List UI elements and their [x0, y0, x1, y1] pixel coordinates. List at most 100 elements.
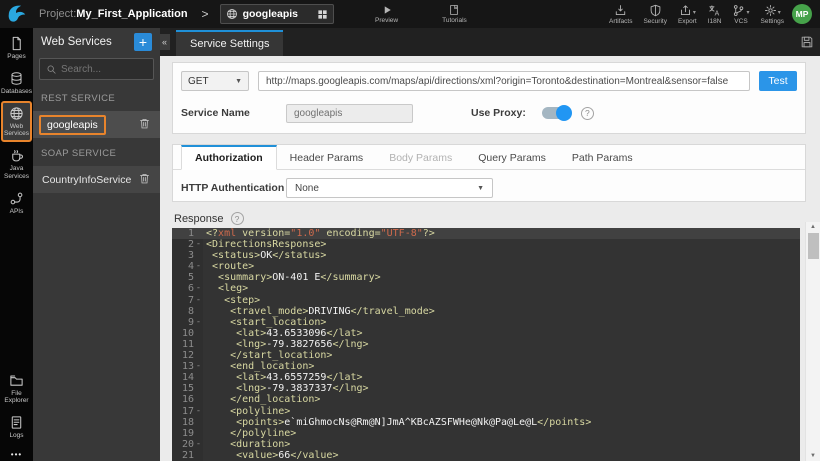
scroll-down-icon[interactable]: ▼: [810, 451, 816, 461]
tab-body-params[interactable]: Body Params: [376, 145, 465, 170]
fold-marker-icon[interactable]: -: [194, 239, 203, 251]
collapse-panel-button[interactable]: «: [159, 34, 170, 50]
save-button[interactable]: [800, 35, 814, 49]
request-card: GET ▼ Test Service Name Use Proxy: ?: [172, 62, 806, 134]
gutter-cell: [194, 416, 203, 428]
service-settings-content: GET ▼ Test Service Name Use Proxy: ? Aut…: [160, 56, 820, 461]
fold-marker-icon[interactable]: -: [194, 261, 203, 273]
service-selector[interactable]: googleapis: [219, 4, 334, 24]
code-line: 1 <?xml version="1.0" encoding="UTF-8"?>: [172, 228, 800, 240]
scrollbar-thumb[interactable]: [807, 233, 819, 259]
http-auth-select[interactable]: None ▼: [286, 178, 493, 198]
use-proxy-toggle[interactable]: [541, 105, 572, 121]
code-line: 14 <lat>43.6557259</lat>: [172, 372, 800, 384]
help-icon[interactable]: ?: [230, 212, 244, 225]
tab-query-params[interactable]: Query Params: [465, 145, 559, 170]
grid-icon[interactable]: [317, 9, 328, 20]
avatar[interactable]: MP: [792, 4, 812, 24]
line-number: 9: [172, 316, 194, 328]
line-number: 5: [172, 272, 194, 284]
service-name-input[interactable]: [286, 103, 413, 123]
sidebar-overflow-button[interactable]: •••: [0, 450, 33, 459]
params-card: Authorization Header Params Body Params Que…: [172, 144, 806, 202]
code-line: 13- <end_location>: [172, 361, 800, 373]
fold-marker-icon[interactable]: -: [194, 405, 203, 417]
service-item-googleapis[interactable]: googleapis: [33, 111, 160, 138]
code-line: 9- <start_location>: [172, 316, 800, 328]
trash-icon: [138, 172, 151, 185]
security-button[interactable]: Security: [641, 4, 668, 25]
delete-service-button[interactable]: [138, 172, 151, 188]
settings-button[interactable]: ▾ Settings: [759, 4, 787, 25]
url-input[interactable]: [258, 71, 750, 91]
chevron-down-icon: ▾: [692, 9, 696, 16]
code-line: 20- <duration>: [172, 438, 800, 450]
sidebar-item-databases[interactable]: Databases: [1, 66, 32, 100]
fold-marker-icon[interactable]: -: [194, 294, 203, 306]
code-line: 6- <leg>: [172, 283, 800, 295]
artifacts-button[interactable]: Artifacts: [607, 4, 634, 25]
line-number: 8: [172, 305, 194, 317]
sidebar-item-java-services[interactable]: Java Services: [1, 143, 32, 185]
file-explorer-icon: [9, 373, 24, 388]
svg-text:A: A: [715, 10, 720, 17]
sidebar-item-apis[interactable]: APIs: [1, 186, 32, 220]
line-number: 20: [172, 438, 194, 450]
tab-path-params[interactable]: Path Params: [559, 145, 646, 170]
selected-service-name: googleapis: [242, 8, 298, 20]
fold-marker-icon[interactable]: -: [194, 361, 203, 373]
method-value: GET: [188, 75, 209, 87]
line-number: 13: [172, 361, 194, 373]
security-icon: [649, 4, 662, 17]
tab-service-settings[interactable]: Service Settings: [176, 30, 284, 56]
code-line: 11 <lng>-79.3827656</lng>: [172, 338, 800, 351]
line-number: 17: [172, 405, 194, 417]
test-button[interactable]: Test: [759, 71, 797, 91]
tab-header-params[interactable]: Header Params: [277, 145, 377, 170]
fold-marker-icon[interactable]: -: [194, 283, 203, 295]
vertical-scrollbar[interactable]: ▲ ▼: [805, 222, 820, 461]
gutter-cell: [194, 338, 203, 351]
gutter-cell: [194, 272, 203, 284]
search-input[interactable]: [61, 63, 145, 75]
toggle-knob: [555, 105, 572, 121]
method-select[interactable]: GET ▼: [181, 71, 249, 91]
fold-marker-icon[interactable]: -: [194, 316, 203, 328]
add-service-button[interactable]: +: [134, 33, 152, 51]
chevron-down-icon: ▾: [746, 9, 750, 16]
app-logo-icon[interactable]: [0, 3, 33, 25]
vcs-button[interactable]: ▾ VCS: [730, 4, 751, 25]
apis-icon: [9, 191, 24, 206]
line-number: 10: [172, 327, 194, 339]
http-auth-value: None: [295, 182, 319, 194]
http-auth-label: HTTP Authentication: [181, 182, 285, 194]
sidebar-item-web-services[interactable]: Web Services: [1, 100, 32, 143]
tutorials-button[interactable]: Tutorials: [440, 0, 469, 28]
i18n-button[interactable]: A I18N: [706, 4, 724, 25]
sidebar-item-logs[interactable]: Logs: [1, 410, 32, 444]
service-item-countryinfoservice[interactable]: CountryInfoService: [33, 166, 160, 193]
gutter-cell: [194, 427, 203, 439]
response-code-editor[interactable]: 1 <?xml version="1.0" encoding="UTF-8"?> …: [172, 228, 800, 461]
preview-label: Preview: [375, 17, 399, 24]
tab-label: Service Settings: [190, 38, 270, 50]
delete-service-button[interactable]: [138, 117, 151, 133]
trash-icon: [138, 117, 151, 130]
line-number: 14: [172, 372, 194, 384]
sidebar-item-file-explorer[interactable]: File Explorer: [1, 368, 32, 410]
panel-title: Web Services: [41, 36, 112, 48]
tab-authorization[interactable]: Authorization: [181, 145, 277, 170]
line-number: 18: [172, 416, 194, 428]
help-icon[interactable]: ?: [580, 106, 594, 120]
chevron-down-icon: ▼: [477, 184, 484, 192]
line-number: 2: [172, 239, 194, 251]
code-line: 10 <lat>43.6533096</lat>: [172, 327, 800, 339]
topbar-right: Artifacts Security ▾ Export A I18N ▾ VCS…: [607, 0, 786, 28]
preview-button[interactable]: Preview: [373, 0, 400, 28]
export-button[interactable]: ▾ Export: [676, 4, 699, 25]
scroll-up-icon[interactable]: ▲: [810, 222, 816, 232]
line-number: 1: [172, 228, 194, 240]
response-label: Response: [174, 212, 224, 225]
fold-marker-icon[interactable]: -: [194, 438, 203, 450]
sidebar-item-pages[interactable]: Pages: [1, 31, 32, 65]
